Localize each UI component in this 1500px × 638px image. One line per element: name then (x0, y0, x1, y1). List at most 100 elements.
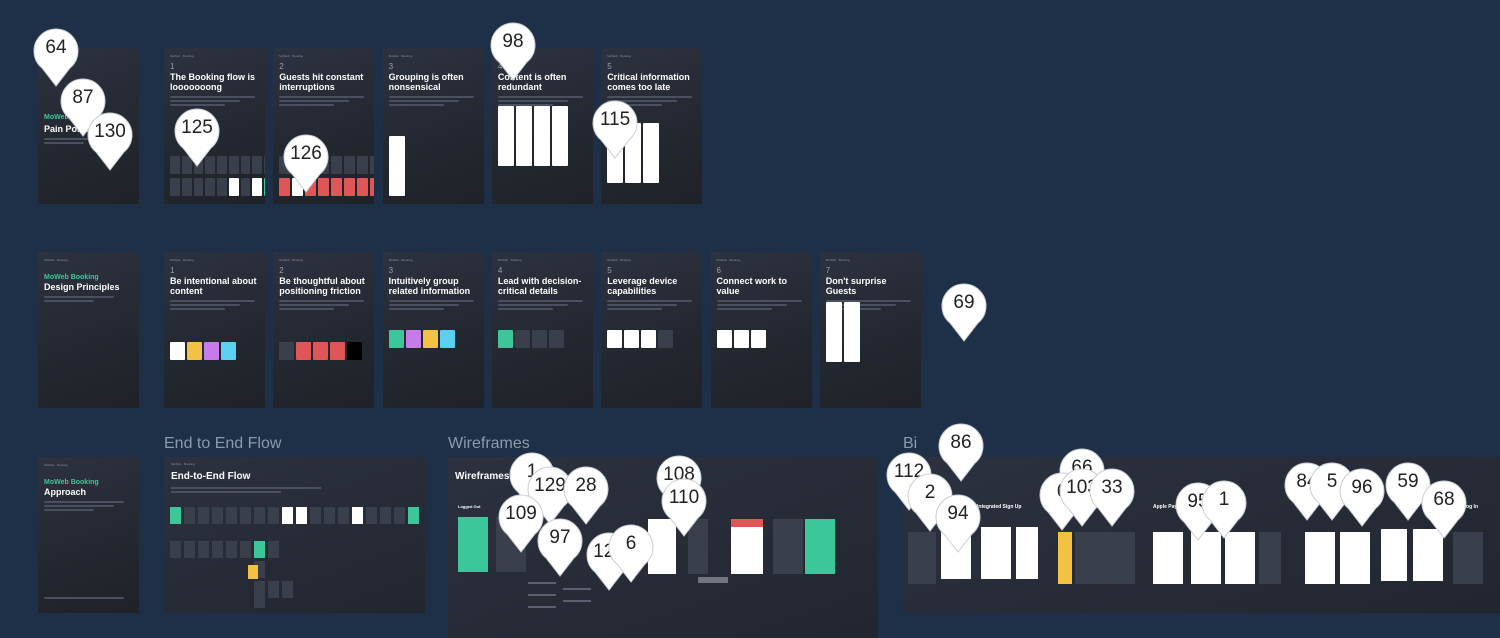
flow-screen[interactable] (981, 527, 1011, 579)
flow-screen[interactable] (1259, 532, 1281, 584)
wireframe-screen[interactable] (731, 519, 763, 574)
comment-pin[interactable]: 130 (86, 112, 134, 172)
card-title: Don't surprise Guests (825, 276, 887, 296)
pin-label: 115 (599, 109, 631, 130)
wireframe-screen[interactable] (458, 517, 488, 572)
card-title: Design Principles (44, 282, 120, 292)
thumbnail (181, 178, 192, 196)
thumbnail (357, 156, 369, 174)
comment-pin[interactable]: 1 (1200, 480, 1248, 540)
flow-step (226, 507, 237, 524)
thumbnail (641, 330, 657, 348)
thumbnail (170, 178, 180, 196)
thumbnail (187, 342, 202, 360)
thumbnail (313, 342, 329, 360)
slide-card[interactable]: MoWeb · Booking 6 Connect work to value (710, 252, 812, 408)
comment-pin[interactable]: 94 (934, 494, 982, 554)
comment-pin[interactable]: 69 (940, 283, 988, 343)
wireframe-screen[interactable] (773, 519, 803, 574)
thumbnail (205, 178, 216, 196)
pin-label: 97 (549, 527, 571, 548)
thumbnail (370, 178, 375, 196)
comment-pin[interactable]: 68 (1420, 480, 1468, 540)
card-number: 3 (388, 62, 394, 71)
thumbnail (533, 106, 550, 166)
flow-screen[interactable] (1016, 527, 1038, 579)
pin-label: 6 (625, 533, 637, 554)
comment-pin[interactable]: 28 (562, 466, 610, 526)
flow-step (198, 541, 209, 558)
comment-pin[interactable]: 96 (1338, 468, 1386, 528)
comment-pin[interactable]: 110 (660, 478, 708, 538)
flow-screen[interactable] (1305, 532, 1335, 584)
comment-pin[interactable]: 115 (591, 100, 639, 160)
slide-card[interactable]: MoWeb · Booking 3 Intuitively group relate… (382, 252, 484, 408)
flow-screen[interactable] (1075, 532, 1135, 584)
slide-card[interactable]: MoWeb · Booking 1 Be intentional about con… (164, 252, 265, 408)
flow-step (282, 507, 293, 524)
pin-label: 64 (45, 37, 67, 58)
slide-card[interactable]: MoWeb · Booking 7 Don't surprise Guests (819, 252, 921, 408)
card-title: Leverage device capabilities (607, 276, 678, 296)
card-number: 2 (279, 266, 284, 275)
thumbnail (733, 330, 749, 348)
flow-step (170, 541, 181, 558)
card-caption: MoWeb · Booking (279, 54, 304, 58)
thumbnail (825, 302, 842, 362)
slide-card[interactable]: MoWeb · Booking 2 Be thoughtful about posi… (273, 252, 375, 408)
pin-label: 87 (72, 87, 94, 108)
thumbnail (264, 156, 265, 174)
wireframe-screen[interactable] (805, 519, 835, 574)
flow-step (184, 507, 195, 524)
flow-screen[interactable] (1381, 529, 1407, 581)
flow-screen[interactable] (908, 532, 936, 584)
thumbnail (228, 156, 239, 174)
flow-step (352, 507, 363, 524)
comment-pin[interactable]: 126 (282, 134, 330, 194)
thumbnail (843, 302, 860, 362)
card-title: Intuitively group related information (388, 276, 471, 296)
flow-step (408, 507, 419, 524)
panel-title: Wireframes (455, 471, 510, 482)
flow-step (240, 541, 251, 558)
pin-label: 33 (1101, 477, 1123, 498)
flow-step (226, 541, 237, 558)
slide-card[interactable]: MoWeb · Booking 4 Lead with decision-criti… (491, 252, 593, 408)
card-number: 4 (497, 266, 503, 275)
flow-step (268, 581, 279, 598)
section-label-big: Bi (903, 435, 918, 452)
approach-intro-card[interactable]: MoWeb · Booking MoWeb Booking Approach (38, 457, 139, 613)
comment-pin[interactable]: 97 (536, 518, 584, 578)
flow-screen[interactable] (1058, 532, 1072, 584)
pin-label: 130 (94, 121, 126, 142)
flow-step (212, 541, 223, 558)
comment-pin[interactable]: 98 (489, 22, 537, 82)
thumbnail (531, 330, 547, 348)
card-kicker: MoWeb Booking (44, 479, 99, 486)
end-to-end-flow-panel[interactable]: MoWeb · Booking End-to-End Flow (164, 457, 425, 613)
card-caption: MoWeb · Booking (825, 258, 850, 262)
card-number: 6 (716, 266, 721, 275)
design-principles-intro-card[interactable]: MoWeb · Booking MoWeb Booking Design Pri… (38, 252, 139, 408)
panel-title: End-to-End Flow (171, 471, 251, 482)
thumbnail (240, 156, 251, 174)
flow-step (310, 507, 321, 524)
flow-step (254, 591, 265, 608)
card-number: 5 (607, 266, 612, 275)
flow-screen[interactable] (1340, 532, 1370, 584)
pin-label: 110 (668, 487, 700, 508)
pin-label: 69 (953, 292, 975, 313)
thumbnail (344, 156, 356, 174)
comment-pin[interactable]: 6 (607, 524, 655, 584)
slide-card[interactable]: MoWeb · Booking 3 Grouping is often nonsen… (382, 48, 484, 204)
card-title: Be thoughtful about positioning friction (279, 276, 365, 296)
card-caption: MoWeb · Booking (170, 258, 194, 262)
thumbnail (388, 330, 404, 348)
comment-pin[interactable]: 125 (173, 108, 221, 168)
comment-pin[interactable]: 33 (1088, 468, 1136, 528)
slide-card[interactable]: MoWeb · Booking 5 Leverage device capabili… (601, 252, 703, 408)
pin-label: 125 (181, 117, 213, 138)
pin-label: 28 (575, 475, 597, 496)
thumbnail (228, 178, 239, 196)
thumbnail (624, 330, 640, 348)
